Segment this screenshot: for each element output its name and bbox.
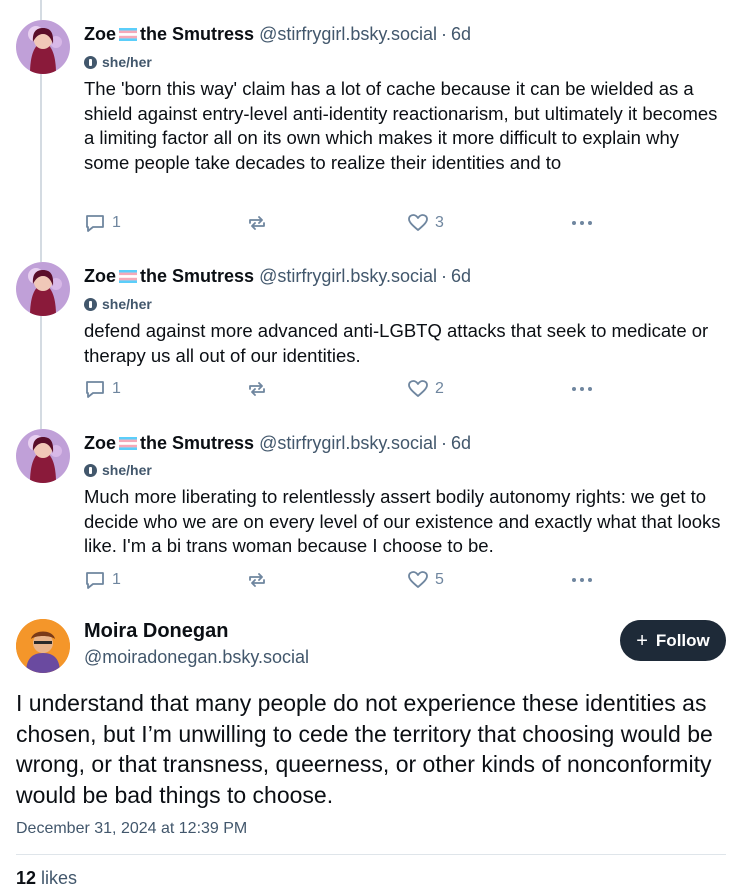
divider (16, 854, 726, 855)
thread-post[interactable]: Zoe the Smutress @stirfrygirl.bsky.socia… (0, 20, 740, 242)
author-handle[interactable]: @moiradonegan.bsky.social (84, 647, 309, 668)
avatar[interactable] (16, 429, 70, 483)
more-icon (572, 387, 592, 391)
post-text: Much more liberating to relentlessly ass… (84, 486, 721, 556)
like-count: 3 (435, 214, 444, 231)
separator: · (441, 265, 448, 286)
like-button[interactable]: 2 (407, 378, 444, 400)
heart-icon (408, 571, 428, 588)
reply-icon (86, 215, 104, 232)
follow-button[interactable]: + Follow (620, 620, 726, 661)
display-name-first: Zoe (84, 23, 117, 44)
more-options-button[interactable] (570, 378, 594, 400)
avatar-image (16, 429, 70, 483)
display-name[interactable]: Zoe the Smutress (84, 433, 254, 454)
repost-icon (249, 382, 265, 396)
trans-flag-icon (119, 436, 138, 450)
reply-button[interactable]: 1 (84, 569, 121, 591)
like-button[interactable]: 5 (407, 569, 444, 591)
post-text: defend against more advanced anti-LGBTQ … (84, 320, 709, 366)
repost-button[interactable] (246, 378, 268, 400)
display-name-rest: the Smutress (140, 23, 255, 44)
repost-icon (249, 216, 265, 230)
display-name[interactable]: Zoe the Smutress (84, 24, 254, 45)
like-count: 2 (435, 380, 444, 397)
post-time[interactable]: 6d (451, 24, 471, 45)
pronouns: she/her (84, 294, 152, 314)
separator: · (441, 23, 448, 44)
avatar[interactable] (16, 262, 70, 316)
pronouns: she/her (84, 460, 152, 480)
likes-label: likes (41, 868, 78, 888)
info-icon (84, 463, 97, 477)
handle[interactable]: @stirfrygirl.bsky.social (259, 433, 437, 454)
plus-icon: + (636, 629, 648, 652)
thread-post[interactable]: Zoe the Smutress @stirfrygirl.bsky.socia… (0, 262, 740, 408)
heart-icon (408, 380, 428, 397)
follow-label: Follow (655, 630, 710, 650)
author-name[interactable]: Moira Donegan (84, 620, 228, 643)
like-button[interactable]: 3 (407, 212, 444, 234)
post-text: The 'born this way' claim has a lot of c… (84, 78, 718, 173)
trans-flag-icon (119, 269, 138, 283)
handle[interactable]: @stirfrygirl.bsky.social (259, 266, 437, 287)
more-icon (572, 578, 592, 582)
reply-button[interactable]: 1 (84, 378, 121, 400)
avatar[interactable] (16, 20, 70, 74)
avatar-image (16, 20, 70, 74)
more-options-button[interactable] (570, 212, 594, 234)
pronouns-label: she/her (102, 462, 152, 478)
post-actions: 1 2 (84, 378, 604, 402)
display-name-first: Zoe (84, 432, 117, 453)
pronouns: she/her (84, 52, 152, 72)
info-icon (84, 55, 97, 69)
display-name[interactable]: Zoe the Smutress (84, 266, 254, 287)
handle[interactable]: @stirfrygirl.bsky.social (259, 24, 437, 45)
trans-flag-icon (119, 27, 138, 41)
reply-icon (86, 572, 104, 589)
repost-button[interactable] (246, 569, 268, 591)
post-header: Zoe the Smutress @stirfrygirl.bsky.socia… (84, 20, 471, 48)
display-name-rest: the Smutress (140, 432, 255, 453)
reply-count: 1 (112, 571, 121, 588)
main-post-text: I understand that many people do not exp… (16, 690, 713, 808)
separator: · (441, 432, 448, 453)
info-icon (84, 297, 97, 311)
repost-button[interactable] (246, 212, 268, 234)
thread-post[interactable]: Zoe the Smutress @stirfrygirl.bsky.socia… (0, 429, 740, 599)
post-timestamp[interactable]: December 31, 2024 at 12:39 PM (16, 820, 247, 838)
avatar[interactable] (16, 619, 70, 673)
likes-count: 12 (16, 868, 37, 888)
post-actions: 1 5 (84, 569, 604, 593)
more-options-button[interactable] (570, 569, 594, 591)
repost-icon (249, 573, 265, 587)
reply-icon (86, 381, 104, 398)
display-name-first: Zoe (84, 265, 117, 286)
post-actions: 1 3 (84, 212, 604, 236)
like-count: 5 (435, 571, 444, 588)
pronouns-label: she/her (102, 296, 152, 312)
reply-count: 1 (112, 380, 121, 397)
display-name-rest: the Smutress (140, 265, 255, 286)
post-header: Zoe the Smutress @stirfrygirl.bsky.socia… (84, 262, 471, 290)
likes-summary[interactable]: 12 likes (16, 868, 77, 889)
pronouns-label: she/her (102, 54, 152, 70)
avatar-image (16, 619, 70, 673)
post-time[interactable]: 6d (451, 266, 471, 287)
reply-count: 1 (112, 214, 121, 231)
post-header: Zoe the Smutress @stirfrygirl.bsky.socia… (84, 429, 471, 457)
more-icon (572, 221, 592, 225)
avatar-image (16, 262, 70, 316)
thread-line (40, 0, 42, 20)
post-time[interactable]: 6d (451, 433, 471, 454)
heart-icon (408, 214, 428, 231)
reply-button[interactable]: 1 (84, 212, 121, 234)
